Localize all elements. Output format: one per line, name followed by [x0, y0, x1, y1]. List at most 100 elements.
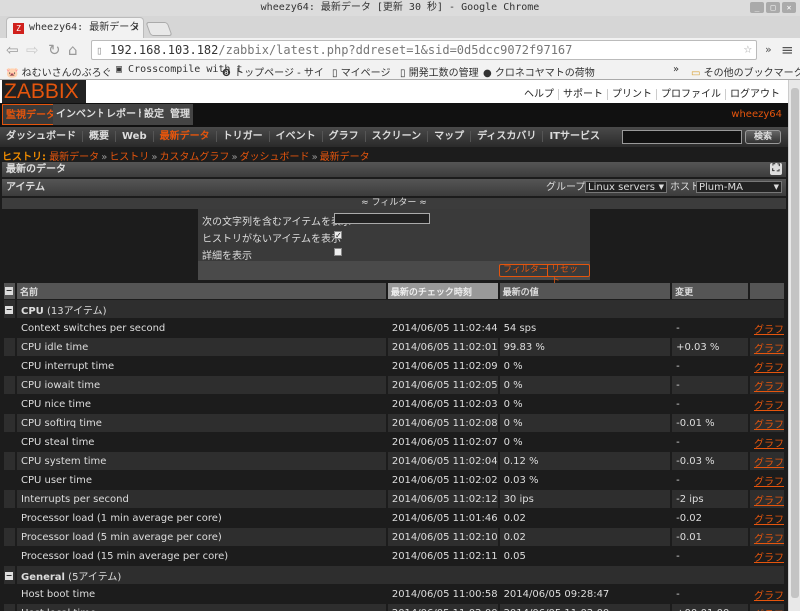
- reset-button[interactable]: リセット: [547, 264, 590, 286]
- menu-configuration[interactable]: 設定: [141, 104, 167, 125]
- back-icon[interactable]: ⇦: [6, 41, 19, 59]
- support-link[interactable]: サポート: [558, 89, 607, 100]
- menu-administration[interactable]: 管理: [167, 104, 193, 125]
- reload-icon[interactable]: ↻: [48, 41, 61, 59]
- minus-icon: −: [5, 286, 13, 295]
- graph-link[interactable]: グラフ: [754, 420, 784, 431]
- filter-panel: 次の文字列を含むアイテムを表示 ヒストリがないアイテムを表示 ✓ 詳細を表示 フ…: [198, 209, 590, 286]
- dropdown-arrow-icon: ▼: [658, 183, 664, 191]
- close-window-icon[interactable]: ✕: [782, 2, 796, 13]
- last-check-time: 2014/06/05 11:02:01: [387, 338, 498, 356]
- maximize-icon[interactable]: □: [766, 2, 780, 13]
- change-value: -2 ips: [672, 490, 748, 508]
- filter-no-history-label: ヒストリがないアイテムを表示: [202, 234, 341, 245]
- extensions-overflow-icon[interactable]: »: [765, 43, 772, 56]
- details-checkbox[interactable]: [334, 248, 342, 256]
- column-last-check[interactable]: 最新のチェック時刻: [387, 283, 498, 299]
- submenu-graphs[interactable]: グラフ: [321, 131, 365, 142]
- change-value: -0.02: [676, 512, 702, 524]
- other-bookmarks[interactable]: ▭ その他のブックマーク: [691, 64, 800, 79]
- logout-link[interactable]: ログアウト: [725, 89, 784, 100]
- folder-icon: ▭: [691, 68, 701, 79]
- home-icon[interactable]: ⌂: [68, 41, 78, 59]
- browser-tab[interactable]: Z wheezy64: 最新データ [更新 ✕: [6, 17, 144, 39]
- graph-link[interactable]: グラフ: [754, 382, 784, 393]
- graph-link[interactable]: グラフ: [754, 553, 784, 564]
- submenu-screens[interactable]: スクリーン: [364, 131, 428, 142]
- column-last-value[interactable]: 最新の値: [499, 283, 671, 299]
- menu-monitoring[interactable]: 監視データ: [2, 104, 60, 125]
- graph-link[interactable]: グラフ: [754, 534, 784, 545]
- bookmark-star-icon[interactable]: ☆: [744, 41, 752, 58]
- host-select[interactable]: Plum-MA ▼: [696, 181, 782, 193]
- collapse-all-button[interactable]: −: [4, 283, 15, 299]
- graph-cell: グラフ: [750, 471, 784, 489]
- print-link[interactable]: プリント: [607, 89, 656, 100]
- graph-link[interactable]: グラフ: [754, 401, 784, 412]
- last-check-time: 2014/06/05 11:02:11: [391, 550, 498, 562]
- profile-link[interactable]: プロファイル: [656, 89, 725, 100]
- scrollbar-thumb[interactable]: [791, 88, 799, 598]
- change-value: +0.03 %: [672, 338, 748, 356]
- change-value: -0.01 %: [672, 414, 748, 432]
- filter-details-label: 詳細を表示: [202, 251, 252, 262]
- minus-icon[interactable]: −: [5, 571, 13, 580]
- group-toggle[interactable]: −: [4, 566, 15, 584]
- graph-link[interactable]: グラフ: [754, 591, 784, 602]
- minus-icon[interactable]: −: [5, 305, 13, 314]
- column-change[interactable]: 変更: [672, 283, 748, 299]
- bookmark-item[interactable]: ● クロネコヤマトの荷物: [483, 64, 595, 79]
- fullscreen-icon[interactable]: ⛶: [770, 163, 782, 175]
- page-scrollbar[interactable]: [788, 80, 800, 611]
- filter-button[interactable]: フィルター: [499, 264, 552, 277]
- filter-toggle[interactable]: ≈ フィルター ≈: [2, 198, 786, 209]
- group-toggle[interactable]: −: [4, 300, 15, 318]
- submenu-overview[interactable]: 概要: [82, 131, 115, 142]
- bookmarks-overflow-icon[interactable]: »: [673, 64, 679, 75]
- zabbix-logo[interactable]: ZABBIX: [2, 80, 86, 103]
- column-graph: [750, 283, 784, 299]
- bookmark-item[interactable]: ❽ トップページ - サイ: [222, 64, 324, 79]
- submenu-dashboard[interactable]: ダッシュボード: [4, 131, 82, 142]
- item-name: CPU system time: [16, 452, 386, 470]
- graph-link[interactable]: グラフ: [754, 477, 784, 488]
- graph-link[interactable]: グラフ: [754, 496, 784, 507]
- submenu-discovery[interactable]: ディスカバリ: [470, 131, 543, 142]
- column-name[interactable]: 名前: [16, 283, 386, 299]
- new-tab-button[interactable]: [145, 22, 173, 36]
- bookmark-item[interactable]: ▯ 開発工数の管理: [400, 64, 479, 79]
- submenu-latest-data[interactable]: 最新データ: [152, 131, 216, 142]
- row-spacer: [4, 452, 15, 470]
- search-button[interactable]: 検索: [745, 130, 781, 144]
- group-select[interactable]: Linux servers ▼: [585, 181, 667, 193]
- close-tab-icon[interactable]: ✕: [132, 18, 139, 38]
- bookmarks-bar: 🐷 ねむいさんのぶろぐ ▣ Crosscompile with t ❽ トップペ…: [0, 62, 800, 80]
- bookmark-item[interactable]: 🐷 ねむいさんのぶろぐ: [6, 64, 112, 79]
- graph-cell: グラフ: [750, 395, 784, 413]
- graph-cell: グラフ: [750, 490, 784, 508]
- address-bar[interactable]: ▯ 192.168.103.182/zabbix/latest.php?ddre…: [91, 40, 757, 60]
- forward-icon[interactable]: ⇨: [26, 41, 39, 59]
- graph-link[interactable]: グラフ: [754, 344, 784, 355]
- graph-link[interactable]: グラフ: [754, 515, 784, 526]
- last-check-time: 2014/06/05 11:02:12: [387, 490, 498, 508]
- search-input[interactable]: [622, 130, 742, 144]
- graph-link[interactable]: グラフ: [754, 439, 784, 450]
- menu-icon[interactable]: ≡: [781, 41, 794, 59]
- minimize-icon[interactable]: _: [750, 2, 764, 13]
- filter-contains-input[interactable]: [334, 213, 430, 224]
- graph-link[interactable]: グラフ: [754, 325, 784, 336]
- submenu-web[interactable]: Web: [115, 131, 153, 142]
- row-spacer: [4, 585, 15, 603]
- graph-link[interactable]: グラフ: [754, 363, 784, 374]
- help-link[interactable]: ヘルプ: [520, 89, 558, 100]
- graph-link[interactable]: グラフ: [754, 458, 784, 469]
- no-history-checkbox[interactable]: ✓: [334, 231, 342, 240]
- submenu-events[interactable]: イベント: [268, 131, 322, 142]
- submenu-triggers[interactable]: トリガー: [215, 131, 269, 142]
- bookmark-item[interactable]: ▯ マイページ: [332, 64, 391, 79]
- submenu-it-services[interactable]: ITサービス: [542, 131, 606, 142]
- change-value: -0.01: [672, 528, 748, 546]
- submenu-maps[interactable]: マップ: [427, 131, 471, 142]
- filter-contains-label: 次の文字列を含むアイテムを表示: [202, 217, 351, 228]
